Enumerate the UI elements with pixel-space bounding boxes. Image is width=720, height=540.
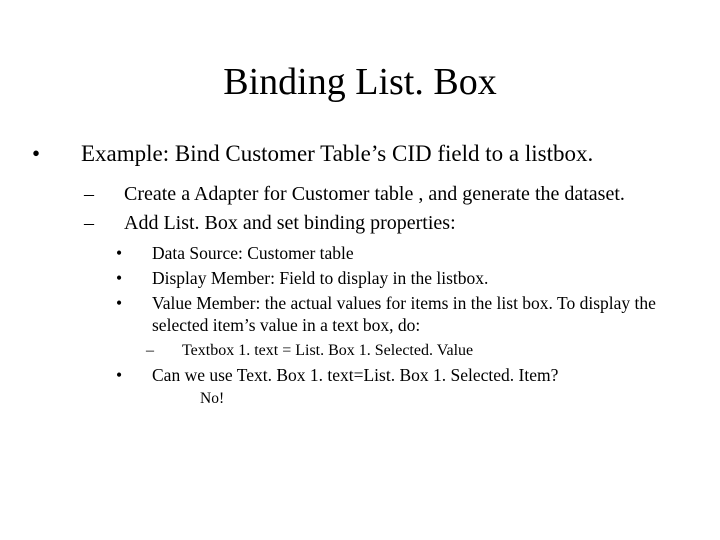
bullet-list-l3b: Can we use Text. Box 1. text=List. Box 1…: [50, 364, 670, 387]
list-item: Data Source: Customer table: [134, 242, 670, 265]
list-item: Create a Adapter for Customer table , an…: [104, 182, 670, 207]
list-item: Textbox 1. text = List. Box 1. Selected.…: [164, 341, 670, 362]
bullet-list-l5: No!: [50, 389, 670, 409]
list-item: No!: [200, 389, 670, 409]
bullet-text: No!: [200, 390, 224, 407]
list-item: Display Member: Field to display in the …: [134, 267, 670, 290]
bullet-list-l4: Textbox 1. text = List. Box 1. Selected.…: [50, 341, 670, 362]
bullet-text: Add List. Box and set binding properties…: [124, 212, 456, 234]
bullet-text: Textbox 1. text = List. Box 1. Selected.…: [182, 342, 473, 359]
slide: Binding List. Box Example: Bind Customer…: [0, 0, 720, 540]
bullet-list-l1: Example: Bind Customer Table’s CID field…: [50, 140, 670, 168]
list-item: Example: Bind Customer Table’s CID field…: [50, 140, 670, 168]
bullet-text: Data Source: Customer table: [152, 243, 354, 263]
bullet-text: Display Member: Field to display in the …: [152, 268, 488, 288]
bullet-text: Value Member: the actual values for item…: [152, 293, 656, 336]
list-item: Add List. Box and set binding properties…: [104, 211, 670, 236]
bullet-text: Can we use Text. Box 1. text=List. Box 1…: [152, 365, 558, 385]
bullet-list-l2: Create a Adapter for Customer table , an…: [50, 182, 670, 236]
bullet-list-l3: Data Source: Customer table Display Memb…: [50, 242, 670, 337]
slide-title: Binding List. Box: [50, 60, 670, 104]
bullet-text: Create a Adapter for Customer table , an…: [124, 183, 625, 205]
list-item: Value Member: the actual values for item…: [134, 292, 670, 338]
bullet-text: Example: Bind Customer Table’s CID field…: [81, 141, 593, 166]
list-item: Can we use Text. Box 1. text=List. Box 1…: [134, 364, 670, 387]
